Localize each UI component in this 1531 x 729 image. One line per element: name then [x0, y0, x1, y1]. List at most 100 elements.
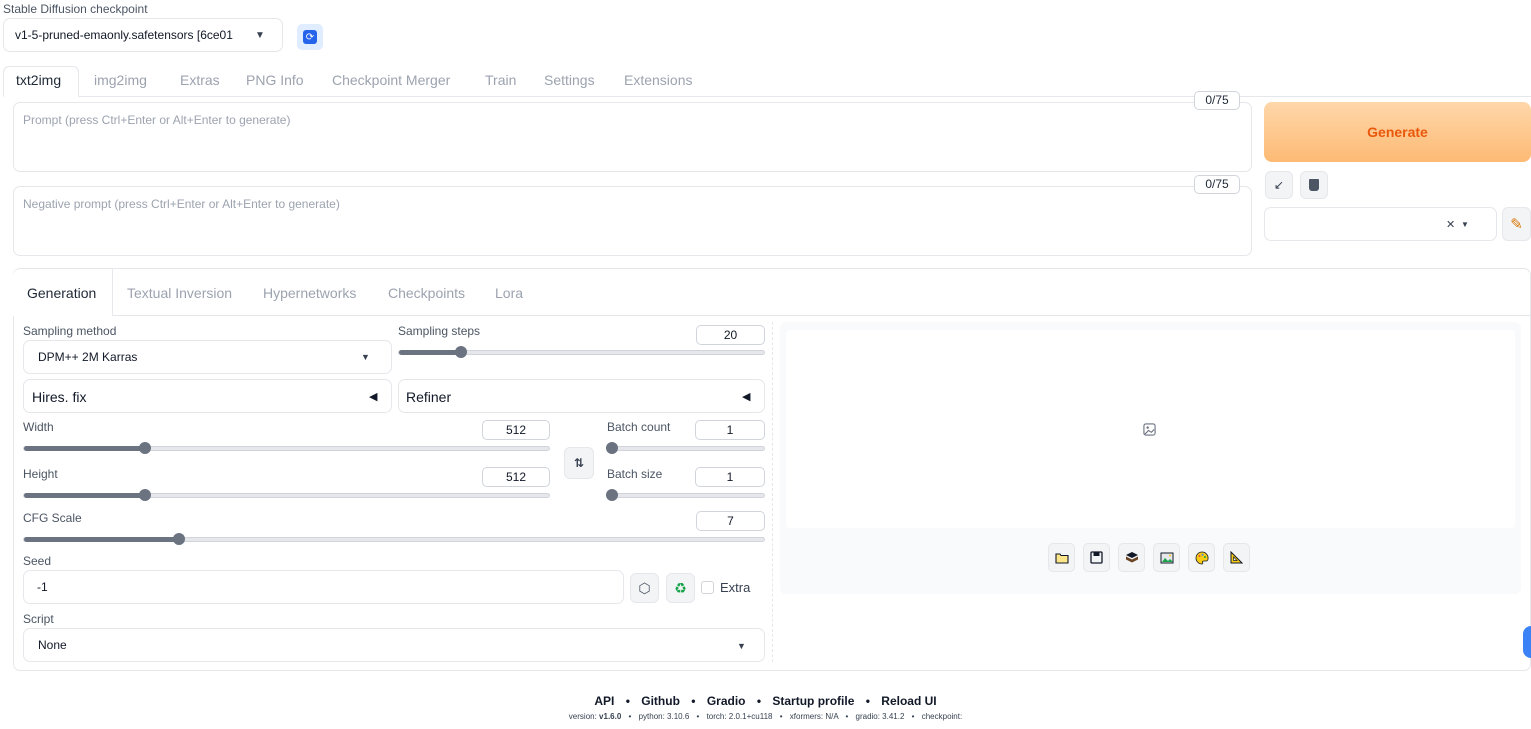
torch-version: torch: 2.0.1+cu118: [706, 712, 773, 721]
checkpoint-value: v1-5-pruned-emaonly.safetensors [6ce01: [15, 28, 233, 42]
height-input[interactable]: 512: [482, 467, 550, 487]
subtab-generation[interactable]: Generation: [27, 285, 96, 301]
footer-sep: •: [911, 712, 915, 721]
gradio-version: gradio: 3.41.2: [855, 712, 905, 721]
prompt-input[interactable]: Prompt (press Ctrl+Enter or Alt+Enter to…: [13, 102, 1252, 172]
generate-button[interactable]: Generate: [1264, 102, 1531, 162]
prompt-placeholder: Prompt (press Ctrl+Enter or Alt+Enter to…: [23, 113, 291, 127]
random-seed-button[interactable]: ⬡: [630, 573, 659, 603]
slider-thumb[interactable]: [606, 489, 618, 501]
refresh-checkpoint-button[interactable]: ⟳: [297, 24, 323, 50]
footer-versions: version: v1.6.0 • python: 3.10.6 • torch…: [0, 712, 1531, 721]
height-slider[interactable]: [23, 489, 550, 501]
prompt-token-counter: 0/75: [1194, 91, 1240, 110]
width-slider[interactable]: [23, 442, 550, 454]
cfg-scale-slider[interactable]: [23, 533, 765, 545]
tabs-divider: [3, 96, 1531, 97]
batch-count-input[interactable]: 1: [695, 420, 765, 440]
batch-size-input[interactable]: 1: [695, 467, 765, 487]
triangle-left-icon: ◀: [742, 391, 751, 403]
script-value: None: [38, 638, 67, 652]
checkpoint-dropdown[interactable]: v1-5-pruned-emaonly.safetensors [6ce01 ▼: [3, 18, 283, 52]
footer-link-reload-ui[interactable]: Reload UI: [881, 694, 936, 708]
subtabs-divider: [13, 315, 1531, 316]
subtab-checkpoints[interactable]: Checkpoints: [388, 285, 465, 301]
slider-thumb[interactable]: [455, 346, 467, 358]
slider-thumb[interactable]: [606, 442, 618, 454]
cfg-scale-input[interactable]: 7: [696, 511, 765, 531]
open-folder-button[interactable]: [1048, 543, 1075, 572]
footer-sep: •: [865, 694, 870, 708]
send-to-extras-button[interactable]: [1223, 543, 1250, 572]
sampling-steps-input[interactable]: 20: [696, 325, 765, 345]
hires-fix-accordion[interactable]: Hires. fix ◀: [23, 379, 392, 413]
footer-link-api[interactable]: API: [594, 694, 614, 708]
triangle-ruler-icon: [1230, 551, 1243, 564]
hires-fix-label: Hires. fix: [32, 389, 87, 405]
tab-extensions[interactable]: Extensions: [624, 72, 692, 88]
script-dropdown[interactable]: None ▼: [23, 628, 765, 662]
width-input[interactable]: 512: [482, 420, 550, 440]
script-label: Script: [23, 612, 54, 626]
trash-icon: [1309, 179, 1319, 191]
slider-thumb[interactable]: [173, 533, 185, 545]
recycle-icon: ♻: [674, 579, 687, 596]
zip-button[interactable]: [1118, 543, 1145, 572]
tab-checkpoint-merger[interactable]: Checkpoint Merger: [332, 72, 450, 88]
chevron-down-icon: ▼: [255, 30, 265, 41]
scroll-to-top-button[interactable]: [1523, 626, 1531, 658]
extra-checkbox[interactable]: [701, 581, 714, 594]
sampling-steps-slider[interactable]: [398, 346, 765, 358]
tab-settings[interactable]: Settings: [544, 72, 595, 88]
batch-count-slider[interactable]: [606, 442, 765, 454]
tab-png-info[interactable]: PNG Info: [246, 72, 304, 88]
seed-input[interactable]: -1: [23, 570, 624, 604]
refiner-accordion[interactable]: Refiner ◀: [398, 379, 765, 413]
batch-count-label: Batch count: [607, 420, 671, 434]
footer-sep: •: [756, 694, 762, 708]
version-value: v1.6.0: [599, 712, 622, 721]
image-placeholder-icon: [1143, 423, 1156, 436]
tab-train[interactable]: Train: [485, 72, 516, 88]
reuse-seed-button[interactable]: ♻: [666, 573, 695, 603]
tab-extras[interactable]: Extras: [180, 72, 220, 88]
sampling-method-dropdown[interactable]: DPM++ 2M Karras ▼: [23, 340, 392, 374]
footer-sep: •: [696, 712, 700, 721]
footer-link-gradio[interactable]: Gradio: [707, 694, 746, 708]
tab-txt2img-label[interactable]: txt2img: [16, 72, 61, 88]
subtab-textual-inversion[interactable]: Textual Inversion: [127, 285, 232, 301]
footer-link-startup-profile[interactable]: Startup profile: [772, 694, 854, 708]
sampling-method-label: Sampling method: [23, 324, 117, 338]
footer-link-github[interactable]: Github: [641, 694, 680, 708]
arrow-down-left-icon: ↙: [1273, 178, 1285, 192]
slider-thumb[interactable]: [139, 489, 151, 501]
swap-dimensions-button[interactable]: ⇅: [564, 447, 594, 479]
refiner-label: Refiner: [406, 389, 452, 405]
negative-prompt-placeholder: Negative prompt (press Ctrl+Enter or Alt…: [23, 197, 340, 211]
folder-icon: [1054, 552, 1069, 564]
edit-styles-button[interactable]: ✎: [1502, 207, 1531, 241]
seed-value: -1: [37, 580, 48, 594]
clear-icon[interactable]: ✕: [1446, 218, 1455, 231]
triangle-left-icon: ◀: [369, 391, 378, 403]
sampling-steps-label: Sampling steps: [398, 324, 481, 338]
chevron-down-icon: ▼: [361, 352, 370, 362]
output-image-area[interactable]: [786, 330, 1515, 528]
tab-img2img[interactable]: img2img: [94, 72, 147, 88]
height-label: Height: [23, 467, 58, 481]
save-button[interactable]: [1083, 543, 1110, 572]
read-params-button[interactable]: ↙: [1265, 171, 1293, 199]
styles-dropdown[interactable]: ✕ ▼: [1264, 207, 1497, 241]
batch-size-slider[interactable]: [606, 489, 765, 501]
footer-sep: •: [628, 712, 632, 721]
dice-icon: ⬡: [638, 579, 651, 596]
send-to-img2img-button[interactable]: [1153, 543, 1180, 572]
slider-thumb[interactable]: [139, 442, 151, 454]
send-to-inpaint-button[interactable]: [1188, 543, 1215, 572]
checkpoint-label: Stable Diffusion checkpoint: [3, 2, 148, 16]
refresh-icon: ⟳: [303, 30, 317, 44]
negative-prompt-input[interactable]: Negative prompt (press Ctrl+Enter or Alt…: [13, 186, 1252, 256]
subtab-lora[interactable]: Lora: [495, 285, 523, 301]
subtab-hypernetworks[interactable]: Hypernetworks: [263, 285, 356, 301]
clear-prompt-button[interactable]: [1300, 171, 1328, 199]
